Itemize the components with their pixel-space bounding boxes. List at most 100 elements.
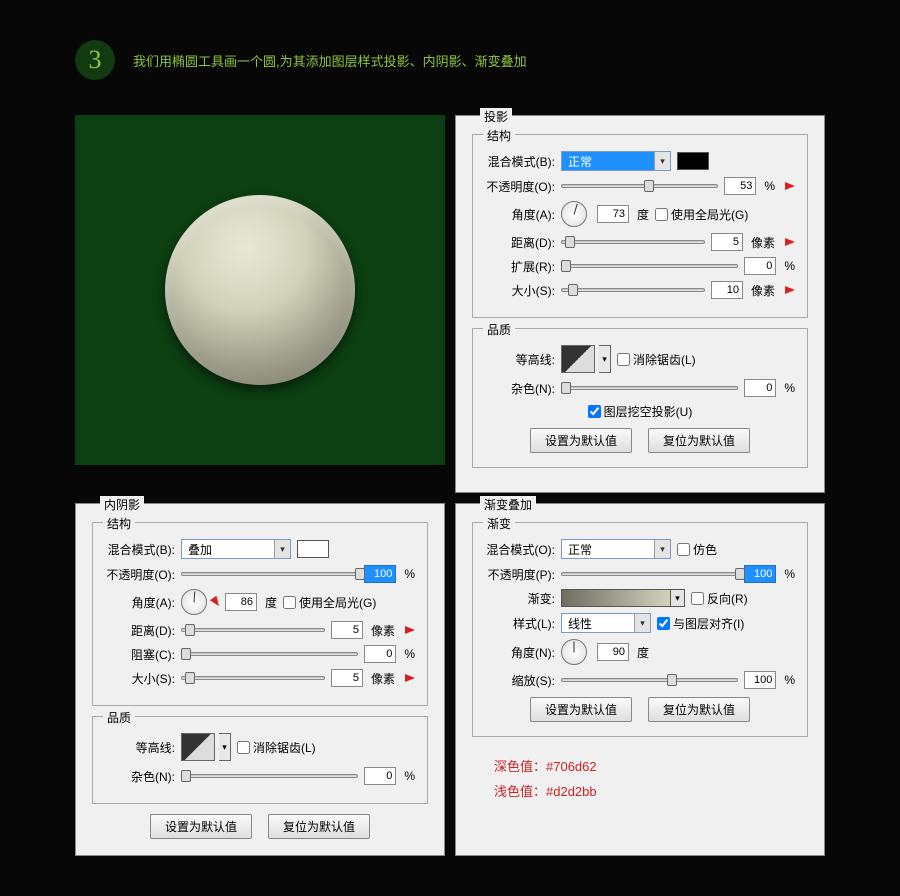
size-label: 大小(S):	[485, 282, 555, 299]
distance-input[interactable]	[711, 233, 743, 251]
noise-slider[interactable]	[561, 381, 738, 395]
gradient-picker[interactable]: ▾	[561, 589, 685, 607]
structure-group: 结构 混合模式(B): 正常 ▾ 不透明度(O): %	[472, 134, 808, 318]
unit: 度	[637, 206, 649, 223]
distance-input[interactable]	[331, 621, 363, 639]
opacity-slider[interactable]	[561, 179, 718, 193]
noise-input[interactable]	[364, 767, 396, 785]
angle-dial[interactable]	[181, 589, 207, 615]
distance-slider[interactable]	[561, 235, 705, 249]
angle-dial[interactable]	[561, 639, 587, 665]
distance-slider[interactable]	[181, 623, 325, 637]
unit: %	[784, 381, 795, 395]
align-layer-checkbox[interactable]: 与图层对齐(I)	[657, 615, 744, 632]
color-notes: 深色值：#706d62 浅色值：#d2d2bb	[466, 747, 814, 804]
global-light-checkbox[interactable]: 使用全局光(G)	[655, 206, 748, 223]
unit: %	[404, 647, 415, 661]
choke-input[interactable]	[364, 645, 396, 663]
contour-label: 等高线:	[485, 351, 555, 368]
spread-slider[interactable]	[561, 259, 738, 273]
contour-picker[interactable]: ▾	[561, 345, 611, 373]
opacity-slider[interactable]	[181, 567, 358, 581]
choke-slider[interactable]	[181, 647, 358, 661]
opacity-input[interactable]	[744, 565, 776, 583]
style-label: 样式(L):	[485, 615, 555, 632]
panel-title: 投影	[480, 108, 512, 125]
blend-mode-select[interactable]: 正常 ▾	[561, 539, 671, 559]
reset-default-button[interactable]: 复位为默认值	[648, 697, 750, 722]
gradient-group: 渐变 混合模式(O): 正常 ▾ 仿色 不透明度(P): % 渐变:	[472, 522, 808, 737]
color-swatch[interactable]	[297, 540, 329, 558]
make-default-button[interactable]: 设置为默认值	[150, 814, 252, 839]
light-color-label: 浅色值：	[494, 784, 546, 799]
angle-label: 角度(A):	[485, 206, 555, 223]
dither-checkbox[interactable]: 仿色	[677, 541, 717, 558]
global-light-checkbox[interactable]: 使用全局光(G)	[283, 594, 376, 611]
angle-dial[interactable]	[561, 201, 587, 227]
group-legend: 品质	[483, 321, 515, 338]
preview-sphere	[165, 195, 355, 385]
unit: 度	[265, 594, 277, 611]
unit: 像素	[751, 282, 775, 299]
antialias-checkbox[interactable]: 消除锯齿(L)	[237, 739, 316, 756]
drop-shadow-panel: 投影 结构 混合模式(B): 正常 ▾ 不透明度(O): %	[455, 115, 825, 493]
contour-thumb	[561, 345, 595, 373]
scale-slider[interactable]	[561, 673, 738, 687]
blend-mode-label: 混合模式(O):	[485, 541, 555, 558]
opacity-input[interactable]	[724, 177, 756, 195]
gradient-label: 渐变:	[485, 590, 555, 607]
antialias-checkbox[interactable]: 消除锯齿(L)	[617, 351, 696, 368]
angle-input[interactable]	[597, 205, 629, 223]
size-slider[interactable]	[561, 283, 705, 297]
reverse-checkbox[interactable]: 反向(R)	[691, 590, 748, 607]
make-default-button[interactable]: 设置为默认值	[530, 697, 632, 722]
blend-mode-select[interactable]: 正常 ▾	[561, 151, 671, 171]
size-input[interactable]	[331, 669, 363, 687]
angle-input[interactable]	[225, 593, 257, 611]
knockout-checkbox[interactable]: 图层挖空投影(U)	[588, 403, 693, 420]
light-color-value: #d2d2bb	[546, 784, 597, 799]
make-default-button[interactable]: 设置为默认值	[530, 428, 632, 453]
chevron-down-icon[interactable]: ▾	[274, 540, 290, 558]
opacity-label: 不透明度(O):	[485, 178, 555, 195]
opacity-label: 不透明度(O):	[105, 566, 175, 583]
scale-input[interactable]	[744, 671, 776, 689]
unit: %	[784, 259, 795, 273]
chevron-down-icon[interactable]: ▾	[654, 540, 670, 558]
unit: %	[784, 567, 795, 581]
blend-mode-label: 混合模式(B):	[485, 153, 555, 170]
reset-default-button[interactable]: 复位为默认值	[268, 814, 370, 839]
gradient-preview	[561, 589, 671, 607]
quality-group: 品质 等高线: ▾ 消除锯齿(L) 杂色(N): % 图层挖空投影(U)	[472, 328, 808, 468]
color-swatch[interactable]	[677, 152, 709, 170]
panel-title: 内阴影	[100, 496, 144, 513]
style-select[interactable]: 线性 ▾	[561, 613, 651, 633]
blend-mode-select[interactable]: 叠加 ▾	[181, 539, 291, 559]
angle-label: 角度(A):	[105, 594, 175, 611]
gradient-overlay-panel: 渐变叠加 渐变 混合模式(O): 正常 ▾ 仿色 不透明度(P): %	[455, 503, 825, 856]
noise-slider[interactable]	[181, 769, 358, 783]
dark-color-value: #706d62	[546, 759, 597, 774]
opacity-slider[interactable]	[561, 567, 738, 581]
angle-input[interactable]	[597, 643, 629, 661]
quality-group: 品质 等高线: ▾ 消除锯齿(L) 杂色(N): %	[92, 716, 428, 804]
chevron-down-icon[interactable]: ▾	[634, 614, 650, 632]
angle-label: 角度(N):	[485, 644, 555, 661]
chevron-down-icon[interactable]: ▾	[219, 733, 231, 761]
reset-default-button[interactable]: 复位为默认值	[648, 428, 750, 453]
unit: %	[404, 567, 415, 581]
size-input[interactable]	[711, 281, 743, 299]
spread-input[interactable]	[744, 257, 776, 275]
structure-group: 结构 混合模式(B): 叠加 ▾ 不透明度(O): % 角度(A):	[92, 522, 428, 706]
opacity-input[interactable]	[364, 565, 396, 583]
chevron-down-icon[interactable]: ▾	[599, 345, 611, 373]
noise-input[interactable]	[744, 379, 776, 397]
noise-label: 杂色(N):	[105, 768, 175, 785]
size-slider[interactable]	[181, 671, 325, 685]
unit: %	[784, 673, 795, 687]
contour-picker[interactable]: ▾	[181, 733, 231, 761]
chevron-down-icon[interactable]: ▾	[671, 589, 685, 607]
step-header: 3 我们用椭圆工具画一个圆,为其添加图层样式投影、内阴影、渐变叠加	[0, 40, 900, 80]
panel-title: 渐变叠加	[480, 496, 536, 513]
chevron-down-icon[interactable]: ▾	[654, 152, 670, 170]
